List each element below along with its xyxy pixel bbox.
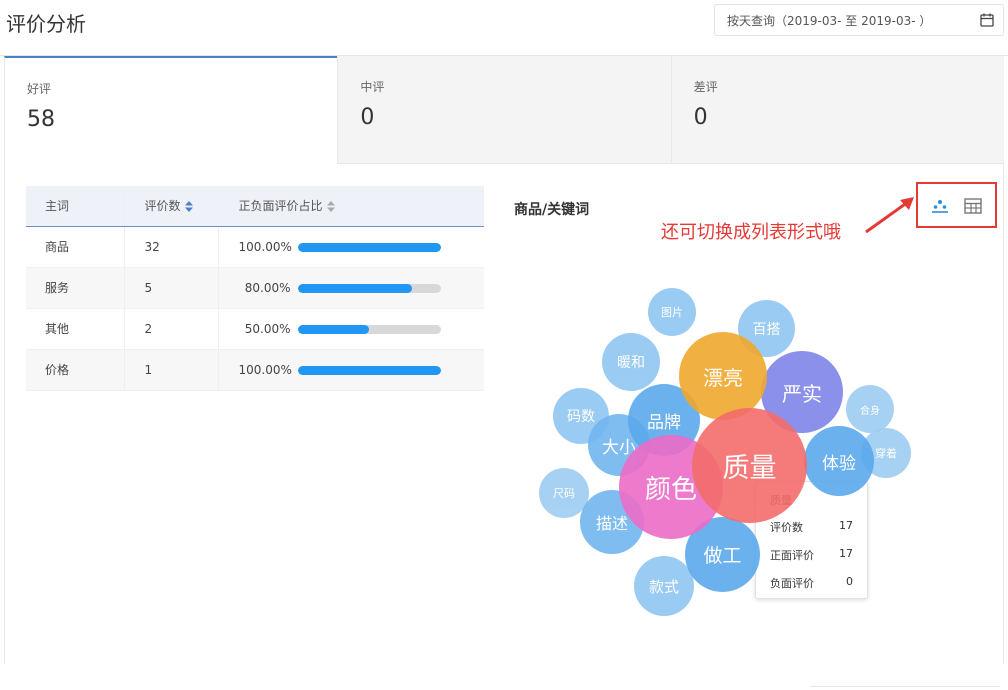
col-header-word-label: 主词 <box>45 199 70 214</box>
row-count: 1 <box>124 349 219 391</box>
col-header-word: 主词 <box>26 186 125 227</box>
row-count: 32 <box>124 226 219 268</box>
ratio-bar-fill <box>297 242 441 252</box>
tab-neutral[interactable]: 中评 0 <box>337 56 671 164</box>
tab-bad-count: 0 <box>693 105 708 130</box>
bubble-4[interactable]: 漂亮 <box>679 332 767 420</box>
tooltip-row-value: 17 <box>839 547 853 560</box>
row-ratio: 100.00% <box>218 349 484 391</box>
tab-bad-label: 差评 <box>693 80 718 94</box>
row-count: 5 <box>124 267 219 309</box>
bubble-1[interactable]: 图片 <box>648 288 696 336</box>
col-header-ratio-label: 正负面评价占比 <box>238 199 323 214</box>
ratio-percent: 50.00% <box>244 321 291 336</box>
table-row[interactable]: 价格 1 100.00% <box>26 349 484 391</box>
tab-good-count: 58 <box>27 107 55 132</box>
tooltip-row-label: 评价数 <box>770 521 803 534</box>
table-row[interactable]: 其他 2 50.00% <box>26 308 484 350</box>
bubble-chart: 图片 百搭 暖和 漂亮 严实 合身 码数 品牌 大小 体验 穿着 质量 颜色 尺码 描述 做工 款式 <box>530 280 930 630</box>
tooltip-row-label: 正面评价 <box>770 549 814 562</box>
bubble-3[interactable]: 暖和 <box>602 333 660 391</box>
tab-good[interactable]: 好评 58 <box>4 56 338 164</box>
ratio-percent: 100.00% <box>238 362 292 377</box>
bubble-17[interactable]: 款式 <box>634 556 694 616</box>
col-header-count[interactable]: 评价数 <box>124 186 219 227</box>
row-ratio: 50.00% <box>218 308 484 350</box>
row-word: 其他 <box>26 308 125 350</box>
sort-icon[interactable] <box>326 201 335 213</box>
bubble-12[interactable]: 质量 <box>692 408 807 523</box>
table-row[interactable]: 服务 5 80.00% <box>26 267 484 309</box>
ratio-bar <box>297 324 441 334</box>
table-row[interactable]: 商品 32 100.00% <box>26 226 484 268</box>
tooltip-row-value: 17 <box>839 519 853 532</box>
rating-tabs: 好评 58 中评 0 差评 0 <box>4 56 1004 164</box>
tab-good-label: 好评 <box>27 82 52 96</box>
bubble-6[interactable]: 合身 <box>846 385 894 433</box>
tooltip-row: 正面评价 17 <box>770 547 853 575</box>
row-word: 服务 <box>26 267 125 309</box>
chart-title: 商品/关键词 <box>514 202 590 218</box>
tab-neutral-label: 中评 <box>360 80 385 94</box>
ratio-bar-fill <box>297 324 369 334</box>
calendar-icon[interactable] <box>979 12 995 28</box>
row-count: 2 <box>124 308 219 350</box>
tab-bad[interactable]: 差评 0 <box>670 56 1004 164</box>
tooltip-row: 评价数 17 <box>770 519 853 547</box>
page-title: 评价分析 <box>6 12 86 36</box>
table-icon[interactable] <box>963 196 983 216</box>
tab-neutral-count: 0 <box>360 105 375 130</box>
keyword-table: 主词 评价数 正负面评价占比 商品 32 100.00% 服务 5 80.00%… <box>26 186 484 391</box>
row-word: 商品 <box>26 226 125 268</box>
tooltip-row-value: 0 <box>846 575 853 588</box>
annotation-text: 还可切换成列表形式哦 <box>661 222 841 243</box>
date-range-picker[interactable]: 按天查询（2019-03- 至 2019-03- ） <box>714 4 1004 36</box>
row-word: 价格 <box>26 349 125 391</box>
sort-icon[interactable] <box>184 201 193 213</box>
ratio-bar <box>297 283 441 293</box>
col-header-count-label: 评价数 <box>144 199 181 214</box>
bubble-10[interactable]: 体验 <box>804 426 874 496</box>
col-header-ratio[interactable]: 正负面评价占比 <box>218 186 484 227</box>
annotation-highlight-box <box>916 182 997 228</box>
annotation-arrow-icon <box>865 197 914 234</box>
ratio-percent: 100.00% <box>238 239 292 254</box>
ratio-bar-fill <box>297 283 412 293</box>
tooltip-row-label: 负面评价 <box>770 577 814 590</box>
ratio-bar-fill <box>297 365 441 375</box>
ratio-percent: 80.00% <box>244 280 291 295</box>
ratio-bar <box>297 242 441 252</box>
tooltip-row: 负面评价 0 <box>770 575 853 603</box>
row-ratio: 100.00% <box>218 226 484 268</box>
bubble-chart-icon[interactable] <box>930 196 950 216</box>
date-range-text: 按天查询（2019-03- 至 2019-03- ） <box>727 13 932 28</box>
ratio-bar <box>297 365 441 375</box>
row-ratio: 80.00% <box>218 267 484 309</box>
footer-divider <box>810 686 1000 687</box>
